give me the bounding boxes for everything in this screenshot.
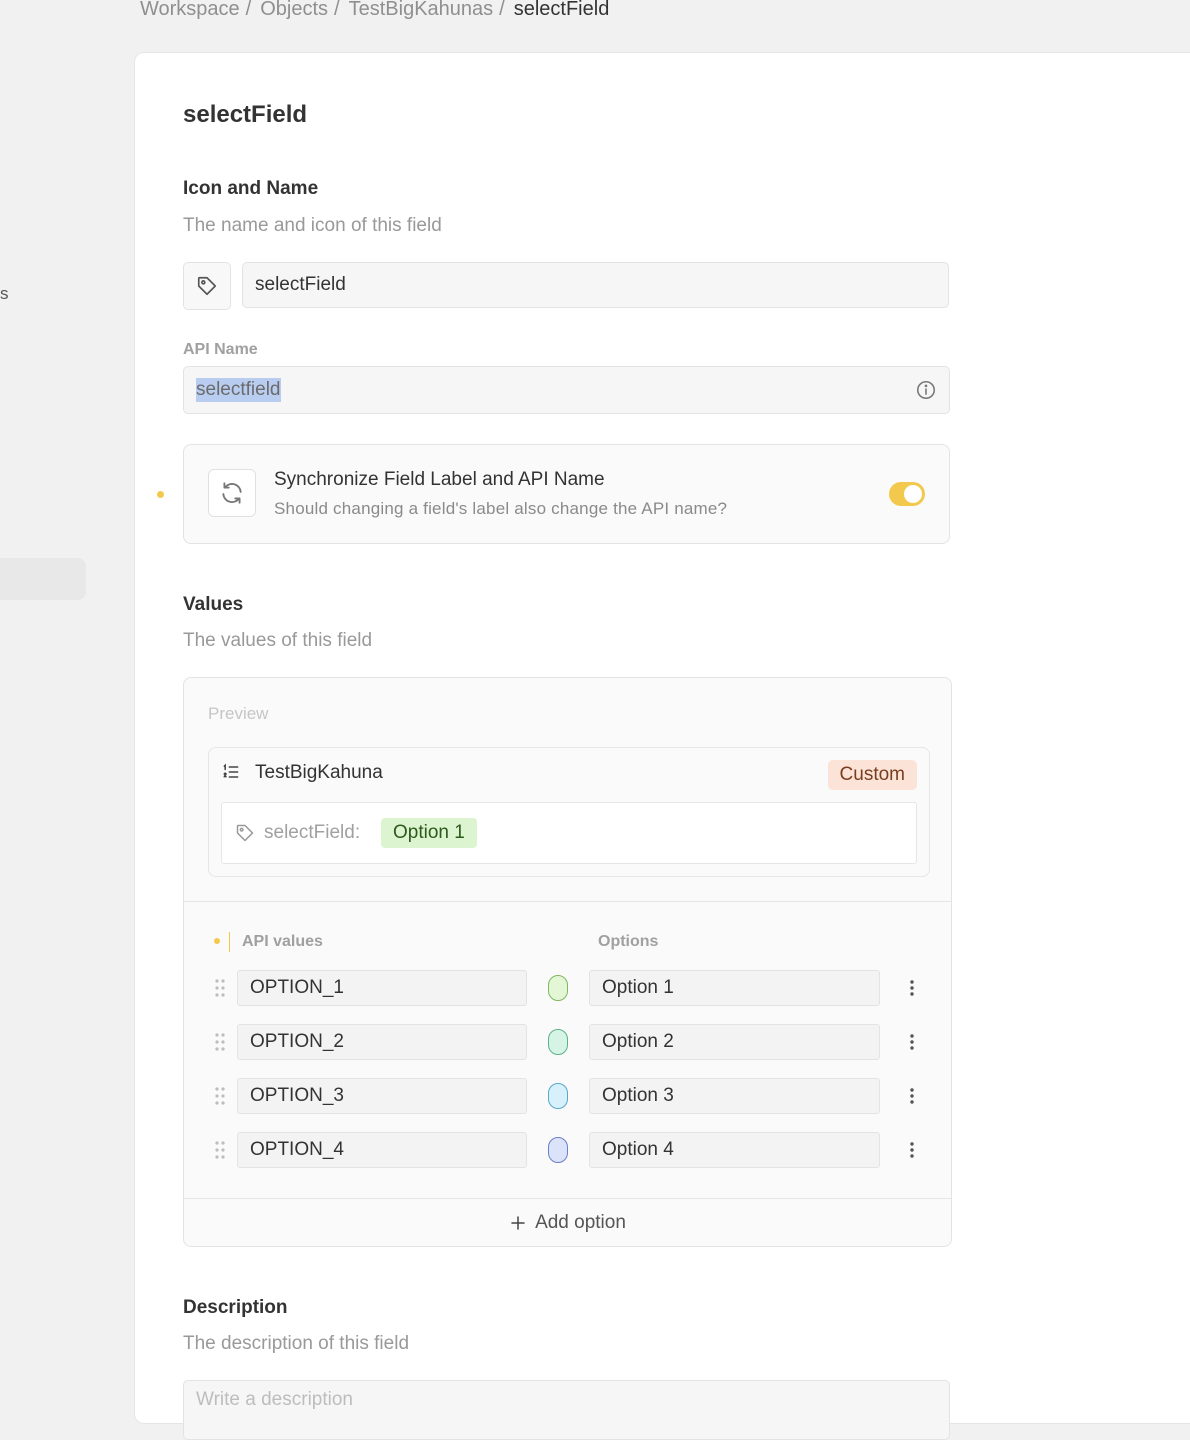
api-values-header: API values (242, 933, 323, 950)
api-name-value: selectfield (196, 378, 281, 402)
option-row: OPTION_3 Option 3 (184, 1078, 951, 1114)
description-subtitle: The description of this field (183, 1333, 410, 1354)
api-name-label: API Name (183, 341, 258, 358)
drag-handle-icon[interactable] (214, 978, 226, 1003)
more-options-icon[interactable] (902, 978, 922, 1003)
values-card: Preview TestBigKahuna Custom selectField… (183, 677, 952, 1247)
preview-card: TestBigKahuna Custom selectField: Option… (208, 747, 930, 877)
add-option-label: Add option (535, 1212, 626, 1233)
breadcrumb-current: selectField (513, 0, 610, 20)
drag-handle-icon[interactable] (214, 1086, 226, 1111)
breadcrumb-object[interactable]: TestBigKahunas (349, 0, 494, 20)
more-options-icon[interactable] (902, 1140, 922, 1165)
breadcrumb: Workspace / Objects / TestBigKahunas / selectF… (140, 0, 609, 21)
description-title: Description (183, 1297, 288, 1318)
add-option-button[interactable]: Add option (184, 1199, 951, 1246)
options-table: API values Options OPTION_1 Option 1 OPTIO… (184, 902, 951, 1197)
indicator-bar (229, 932, 230, 952)
description-textarea[interactable]: Write a description (183, 1380, 950, 1440)
color-picker-button[interactable] (548, 1137, 568, 1163)
color-picker-button[interactable] (548, 1083, 568, 1109)
option-label-input[interactable]: Option 4 (589, 1132, 880, 1168)
api-value-input[interactable]: OPTION_2 (237, 1024, 527, 1060)
option-label-input[interactable]: Option 3 (589, 1078, 880, 1114)
preview-label: Preview (208, 704, 269, 723)
settings-panel: selectField Icon and Name The name and i… (134, 52, 1190, 1440)
preview-field: selectField: Option 1 (221, 802, 917, 864)
toggle-knob (904, 485, 922, 503)
breadcrumb-separator: / (334, 0, 340, 20)
info-icon[interactable] (915, 379, 937, 406)
page-title: selectField (183, 101, 308, 128)
api-name-input[interactable]: selectfield (183, 366, 950, 414)
unsaved-indicator-dot (214, 938, 220, 944)
sync-label-api-card[interactable]: Synchronize Field Label and API Name Sho… (183, 444, 950, 544)
tag-icon (235, 823, 255, 848)
tag-icon (197, 276, 217, 296)
values-description: The values of this field (183, 630, 373, 651)
sync-toggle[interactable] (889, 482, 925, 506)
sync-title: Synchronize Field Label and API Name (274, 469, 605, 490)
sidebar-item-fragment[interactable]: s (0, 284, 9, 304)
list-numbers-icon (221, 762, 241, 787)
unsaved-indicator-dot (157, 491, 164, 498)
preview-field-label: selectField: (264, 822, 361, 843)
options-header: Options (598, 933, 659, 950)
more-options-icon[interactable] (902, 1086, 922, 1111)
breadcrumb-separator: / (499, 0, 505, 20)
icon-name-title: Icon and Name (183, 178, 319, 199)
field-name-input[interactable]: selectField (242, 262, 949, 308)
breadcrumb-workspace[interactable]: Workspace (140, 0, 240, 20)
sync-description: Should changing a field's label also cha… (274, 499, 728, 518)
option-row: OPTION_2 Option 2 (184, 1024, 951, 1060)
sidebar-active-item[interactable] (0, 558, 86, 600)
breadcrumb-separator: / (245, 0, 252, 20)
drag-handle-icon[interactable] (214, 1032, 226, 1057)
api-value-input[interactable]: OPTION_4 (237, 1132, 527, 1168)
option-label-input[interactable]: Option 2 (589, 1024, 880, 1060)
icon-picker-button[interactable] (183, 262, 231, 310)
api-value-input[interactable]: OPTION_3 (237, 1078, 527, 1114)
plus-icon (511, 1216, 525, 1230)
color-picker-button[interactable] (548, 1029, 568, 1055)
breadcrumb-objects[interactable]: Objects (260, 0, 328, 20)
option-row: OPTION_1 Option 1 (184, 970, 951, 1006)
preview-object-name: TestBigKahuna (255, 762, 383, 783)
icon-name-description: The name and icon of this field (183, 215, 442, 236)
option-row: OPTION_4 Option 4 (184, 1132, 951, 1168)
more-options-icon[interactable] (902, 1032, 922, 1057)
option-label-input[interactable]: Option 1 (589, 970, 880, 1006)
values-title: Values (183, 594, 244, 615)
refresh-icon (208, 469, 256, 517)
preview-option-chip: Option 1 (381, 818, 477, 848)
color-picker-button[interactable] (548, 975, 568, 1001)
custom-badge: Custom (827, 760, 917, 790)
drag-handle-icon[interactable] (214, 1140, 226, 1165)
api-value-input[interactable]: OPTION_1 (237, 970, 527, 1006)
